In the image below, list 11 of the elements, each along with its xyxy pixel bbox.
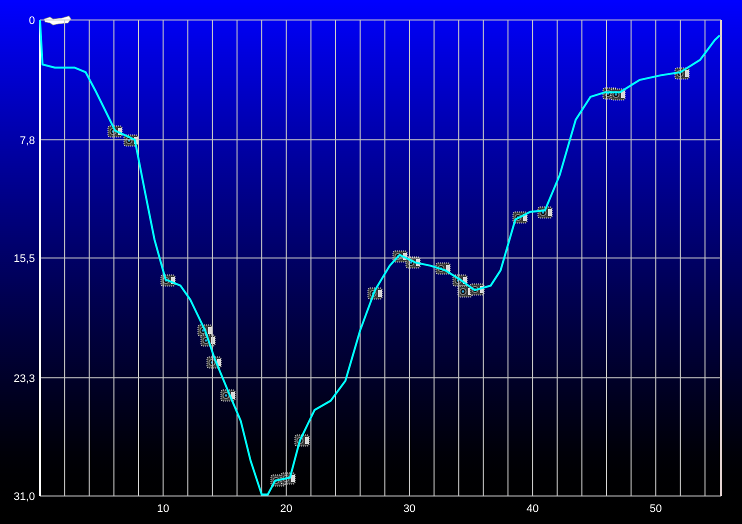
x-tick-label: 30 (403, 503, 416, 515)
x-tick-label: 40 (526, 503, 539, 515)
x-tick-label: 20 (280, 503, 292, 515)
y-tick-label: 31,0 (14, 491, 35, 503)
y-tick-label: 23,3 (14, 372, 35, 385)
y-tick-label: 0 (28, 15, 35, 27)
y-tick-label: 7,8 (20, 134, 35, 147)
x-tick-label: 10 (157, 503, 170, 515)
diver-icon (44, 16, 72, 26)
x-tick-label: 50 (650, 503, 662, 515)
y-tick-label: 15,5 (14, 253, 35, 265)
